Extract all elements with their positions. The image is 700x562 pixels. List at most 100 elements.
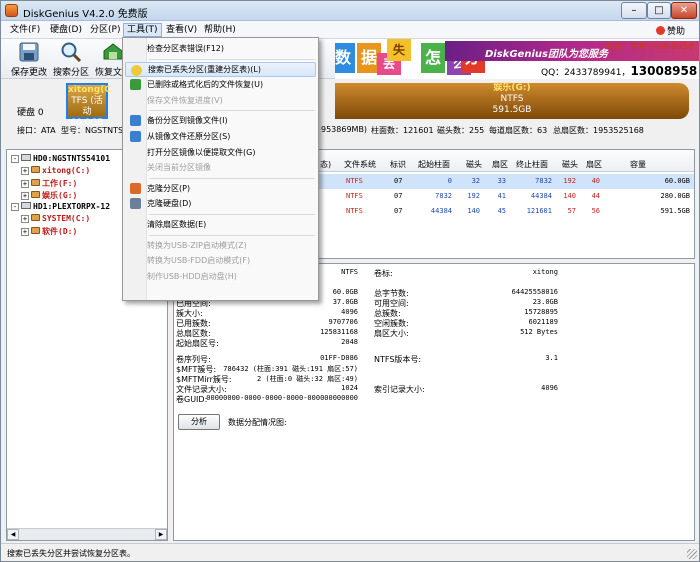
expand-icon[interactable]: + [21, 180, 29, 188]
expand-icon[interactable]: + [21, 167, 29, 175]
tools-menu-item-label: 已删除或格式化后的文件恢复(U) [147, 80, 264, 90]
hard-disk-icon [21, 154, 31, 161]
expand-icon[interactable]: + [21, 228, 29, 236]
window-title: DiskGenius V4.2.0 免费版 [23, 9, 148, 20]
menu-help[interactable]: 帮助(H) [201, 23, 239, 37]
banner-qq: QQ：2433789941，13008958 [541, 64, 697, 78]
tools-menu-item[interactable]: 打开分区镜像以便提取文件(G) [125, 145, 316, 160]
recover-icon [130, 79, 141, 91]
info-total-sectors: 总扇区数：1953525168 [553, 126, 644, 135]
tools-menu-item-label: 克隆硬盘(D) [147, 199, 192, 209]
detail-value: 4096 [341, 308, 358, 316]
detail-value: 23.0GB [532, 298, 558, 306]
menu-partition[interactable]: 分区(P) [87, 23, 123, 37]
tools-menu-item-label: 克隆分区(P) [147, 183, 191, 193]
detail-value: 786432 (柱面:391 磁头:191 扇区:57) [223, 365, 358, 373]
partition-cell-start-cyl: 44384 [430, 207, 452, 215]
detail-value: 512 Bytes [520, 328, 558, 336]
detail-value: 2048 [341, 338, 358, 346]
col-header[interactable]: 文件系统 [344, 159, 376, 170]
maximize-button[interactable]: □ [647, 2, 671, 19]
tree-partition-node[interactable]: + 软件(D:) [21, 226, 77, 238]
tree-partition-node[interactable]: + 娱乐(G:) [21, 190, 77, 202]
allocation-map-label: 数据分配情况图: [228, 418, 287, 427]
col-header[interactable]: 终止柱面 [516, 159, 548, 170]
analyze-button[interactable]: 分析 [178, 414, 220, 430]
close-button[interactable]: ✕ [671, 2, 697, 19]
tools-menu-item[interactable]: 搜索已丢失分区(重建分区表)(L) [125, 61, 316, 77]
collapse-icon[interactable]: - [11, 155, 19, 163]
tools-menu-item[interactable]: 清除扇区数据(E) [125, 217, 316, 232]
resize-grip-icon[interactable] [687, 549, 697, 559]
tree-partition-node[interactable]: + SYSTEM(C:) [21, 214, 90, 226]
sponsor-link[interactable]: 赞助 [655, 24, 685, 37]
tools-menu-item[interactable]: 从镜像文件还原分区(S) [125, 129, 316, 144]
segment-name: 娱乐(G:) [493, 83, 531, 93]
detail-value: 1024 [341, 384, 358, 392]
tree-partition-node[interactable]: + xitong(C:) [21, 166, 90, 178]
col-header[interactable]: 扇区 [586, 159, 602, 170]
tools-menu-item[interactable]: 已删除或格式化后的文件恢复(U) [125, 77, 316, 92]
menu-tools[interactable]: 工具(T) [123, 23, 162, 37]
tree-partition-node[interactable]: + 工作(F:) [21, 178, 77, 190]
tree-disk-node[interactable]: - HD1:PLEXTORPX-12 [11, 202, 110, 214]
disk-segment-c[interactable]: xitong(C TFS (活动 60.0GB [66, 83, 111, 128]
app-logo-icon [5, 4, 18, 17]
menu-separator [149, 234, 315, 236]
magnifier-icon [61, 42, 82, 63]
detail-value: 64425558016 [511, 288, 558, 296]
col-header[interactable]: 起始柱面 [418, 159, 450, 170]
menu-bar: 文件(F) 硬盘(D) 分区(P) 工具(T) 查看(V) 帮助(H) 赞助 [1, 21, 699, 39]
detail-value: 01FF-D086 [320, 354, 358, 362]
tree-horizontal-scrollbar[interactable]: ◀ ▶ [7, 528, 167, 540]
menu-disk[interactable]: 硬盘(D) [47, 23, 85, 37]
disk-segment-g[interactable]: 娱乐(G:) NTFS 591.5GB [335, 83, 689, 119]
menu-file[interactable]: 文件(F) [7, 23, 43, 37]
info-cylinders: 柱面数：121601 [371, 126, 434, 135]
tools-menu-item[interactable]: 克隆硬盘(D) [125, 196, 316, 211]
tools-menu-item-label: 从镜像文件还原分区(S) [147, 132, 231, 141]
detail-key: 卷标: [374, 269, 393, 278]
col-header[interactable]: 磁头 [466, 159, 482, 170]
col-header[interactable]: 扇区 [492, 159, 508, 170]
expand-icon[interactable]: + [21, 192, 29, 200]
tools-menu-item[interactable]: 检查分区表错误(F12) [125, 41, 316, 56]
info-heads: 磁头数：255 [437, 126, 485, 135]
expand-icon[interactable]: + [21, 215, 29, 223]
tools-menu-item-label: 备份分区到镜像文件(I) [147, 116, 228, 126]
partition-cell-start-sec: 33 [497, 177, 506, 185]
tools-menu-item: 保存文件恢复进度(V) [125, 93, 316, 108]
search-partition-button[interactable]: 搜索分区 [51, 40, 91, 78]
col-header[interactable]: 标识 [390, 159, 406, 170]
menu-separator [149, 214, 315, 215]
tools-menu-item[interactable]: 克隆分区(P) [125, 181, 316, 196]
partition-cell-end-cyl: 7832 [535, 177, 552, 185]
disk-info-line: 接口：ATA 型号：NGSTNTS54 953869MB) 柱面数：121601… [1, 125, 699, 137]
partition-cell-fs: NTFS [346, 192, 363, 200]
info-sectors-per-track: 每道扇区数：63 [489, 126, 548, 135]
detail-value: NTFS [341, 268, 358, 276]
detail-value: 00000000-0000-0000-0000-000000000000 [206, 394, 358, 402]
info-capacity: 953869MB) [321, 125, 368, 134]
scroll-left-icon[interactable]: ◀ [7, 529, 19, 540]
col-header[interactable]: 磁头 [562, 159, 578, 170]
restore-icon [130, 131, 141, 142]
ad-banner[interactable]: 数 据 丢 失 怎 么 办 DiskGenius团队为您服务 电话：400-00… [335, 39, 699, 79]
detail-key: 卷GUID: [176, 395, 208, 404]
banner-slogan: DiskGenius团队为您服务 [485, 49, 608, 60]
save-changes-button[interactable]: 保存更改 [9, 40, 49, 78]
col-header[interactable]: 态) [320, 159, 331, 170]
menu-view[interactable]: 查看(V) [163, 23, 200, 37]
save-icon [19, 42, 39, 62]
partition-cell-end-head: 140 [563, 192, 576, 200]
tree-disk-node[interactable]: - HD0:NGSTNTS54101 [11, 154, 110, 166]
detail-value: xitong [532, 268, 558, 276]
collapse-icon[interactable]: - [11, 203, 19, 211]
minimize-button[interactable]: – [621, 2, 647, 19]
tools-menu-item[interactable]: 备份分区到镜像文件(I) [125, 113, 316, 128]
col-header[interactable]: 容量 [630, 159, 646, 170]
menu-separator [149, 58, 315, 60]
lamp-icon [131, 64, 142, 76]
sponsor-label: 赞助 [666, 27, 685, 37]
scroll-right-icon[interactable]: ▶ [155, 529, 167, 540]
